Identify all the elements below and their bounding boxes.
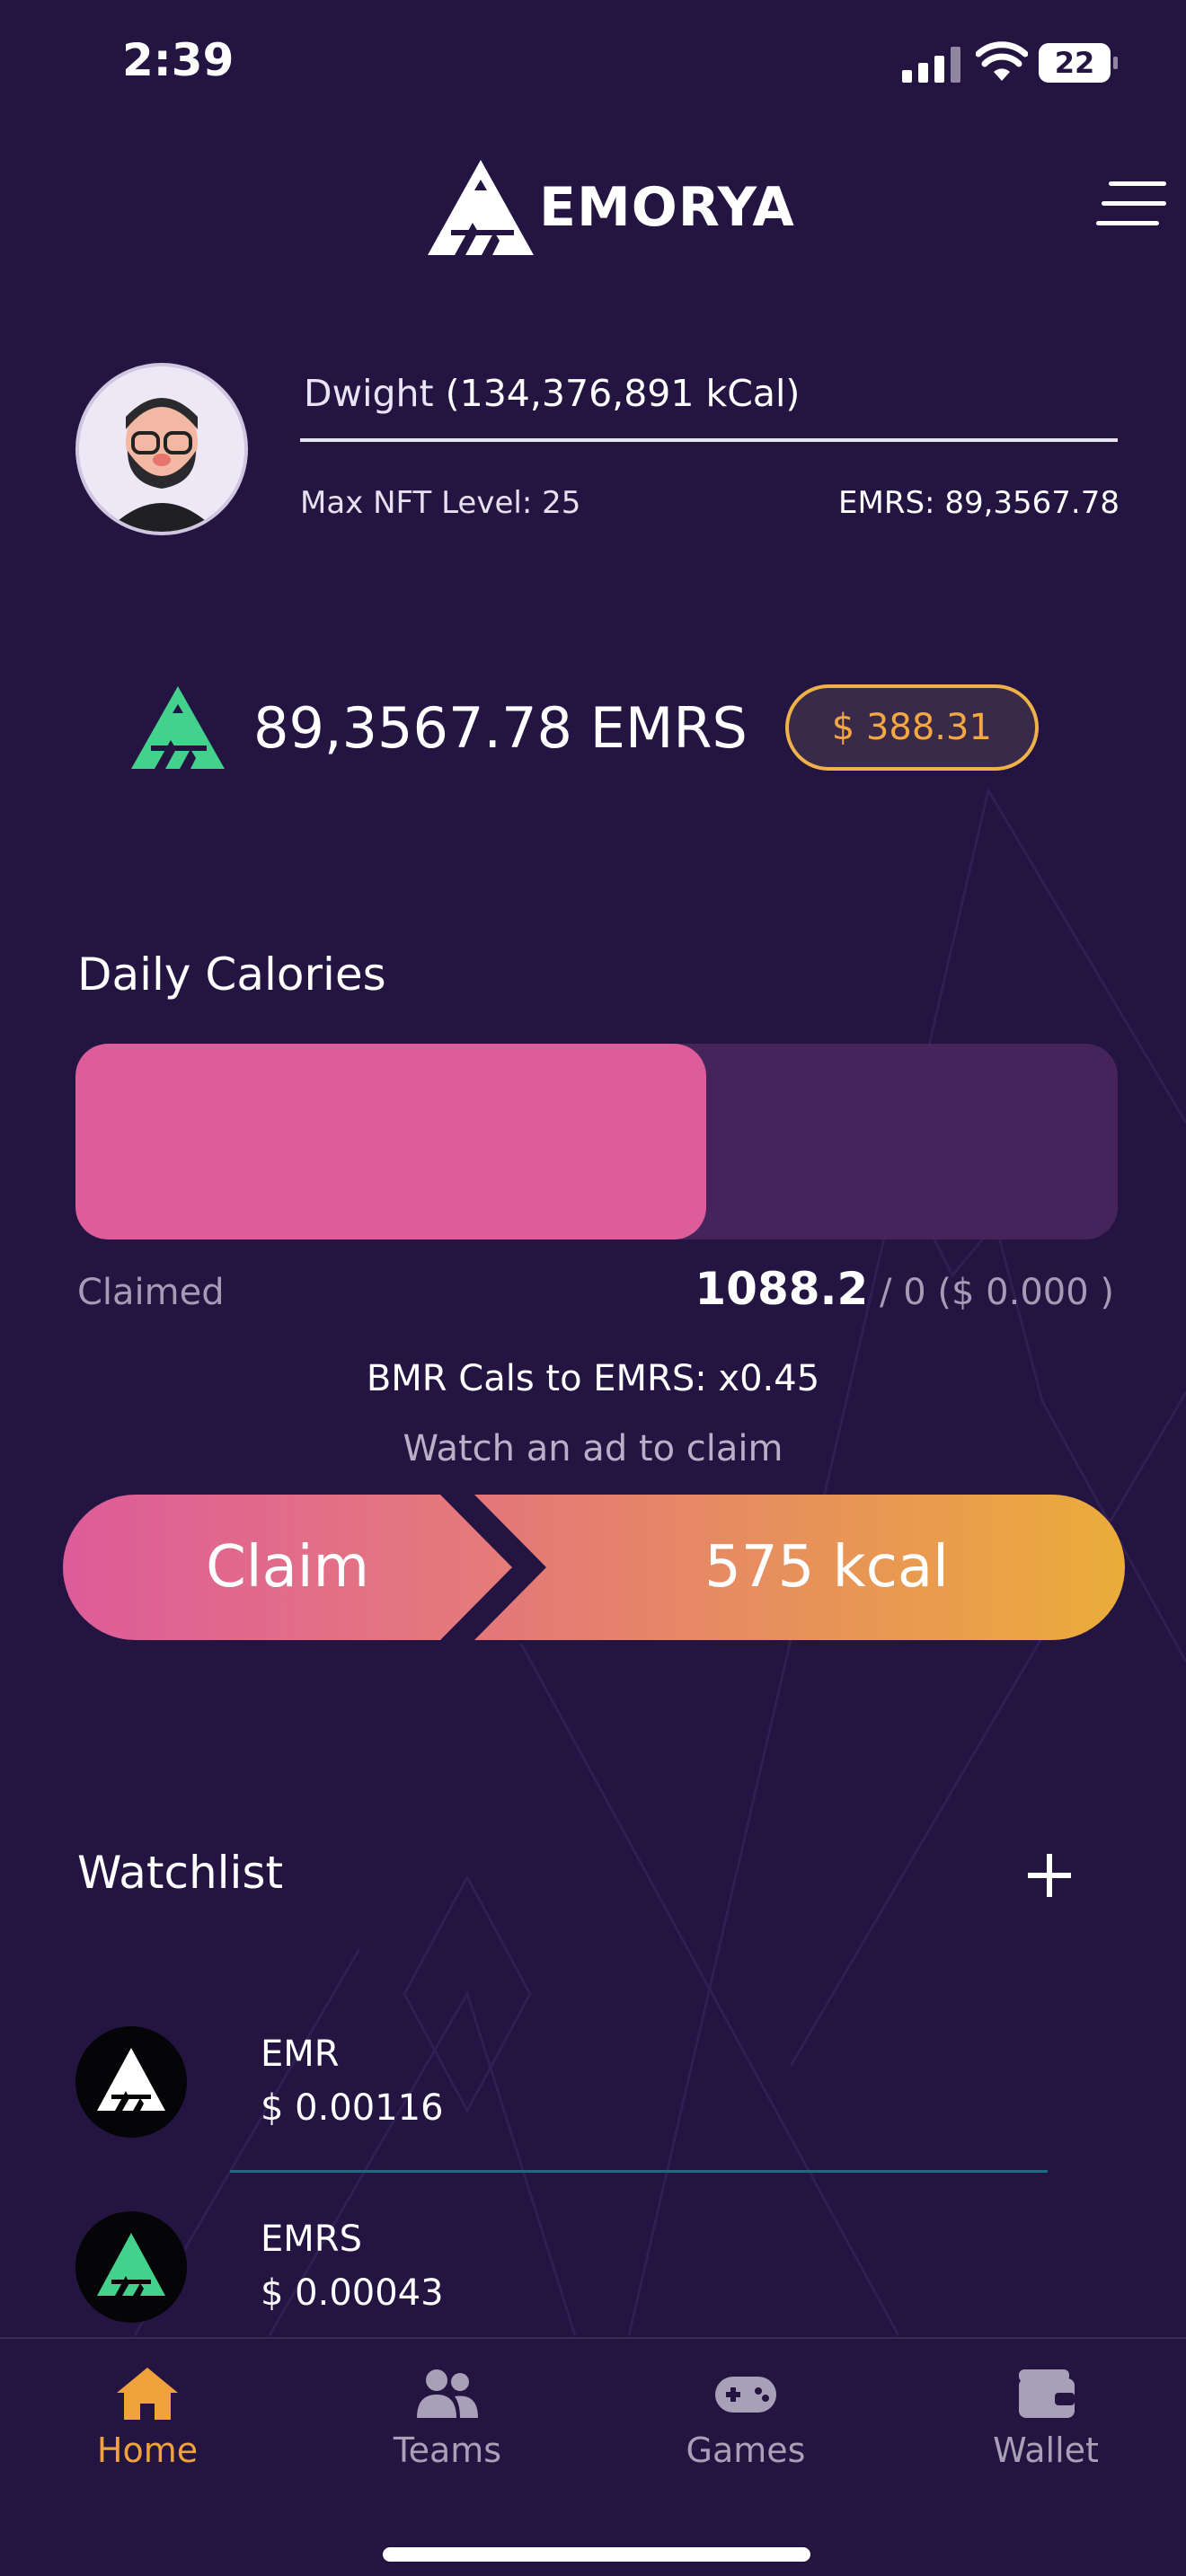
- status-bar: 2:39 22: [0, 0, 1186, 135]
- profile-name-row: Dwight (134,376,891 kCal): [304, 372, 800, 415]
- tab-teams[interactable]: Teams: [340, 2366, 555, 2483]
- claimed-label: Claimed: [77, 1272, 225, 1313]
- claim-label: Claim: [206, 1534, 369, 1601]
- avatar-image: [79, 366, 244, 532]
- calories-progress-fill: [75, 1044, 706, 1239]
- tab-label: Home: [96, 2430, 199, 2470]
- emorya-logo: EMORYA: [428, 160, 795, 255]
- profile-emrs: EMRS: 89,3567.78: [838, 485, 1120, 521]
- claimed-rest: / 0 ($ 0.000 ): [880, 1272, 1114, 1313]
- emorya-logo-mark: [428, 160, 534, 255]
- add-watchlist-icon[interactable]: [1024, 1850, 1075, 1901]
- avatar[interactable]: [75, 363, 248, 535]
- watchlist-item-name: EMRS: [261, 2219, 362, 2260]
- watchlist-item-price: $ 0.00043: [261, 2272, 444, 2314]
- claimed-amount: 1088.2: [695, 1263, 869, 1315]
- wallet-icon: [1019, 2369, 1075, 2418]
- claim-kcal: 575 kcal: [704, 1534, 949, 1601]
- battery-icon: 22: [1039, 43, 1120, 83]
- wifi-icon: [976, 41, 1028, 81]
- watchlist-item[interactable]: EMR $ 0.00116: [75, 2026, 1127, 2152]
- home-indicator[interactable]: [383, 2547, 810, 2562]
- hamburger-menu-icon[interactable]: [1096, 180, 1168, 228]
- usd-value: $ 388.31: [831, 707, 992, 748]
- daily-calories-title: Daily Calories: [77, 948, 386, 1001]
- emrs-token-icon: [75, 2211, 187, 2323]
- max-nft-level: Max NFT Level: 25: [300, 485, 581, 521]
- emr-token-icon: [75, 2026, 187, 2138]
- emrs-token-icon: [131, 686, 225, 769]
- tab-games[interactable]: Games: [638, 2366, 854, 2483]
- tab-home[interactable]: Home: [40, 2366, 255, 2483]
- watchlist-item[interactable]: EMRS $ 0.00043: [75, 2211, 1127, 2337]
- tab-label: Wallet: [993, 2430, 1099, 2470]
- claim-button[interactable]: Claim 575 kcal: [63, 1495, 1125, 1640]
- watchlist-item-price: $ 0.00116: [261, 2087, 444, 2129]
- claimed-values: 1088.2 / 0 ($ 0.000 ): [695, 1263, 1114, 1315]
- watch-ad-hint: Watch an ad to claim: [403, 1428, 783, 1469]
- usd-value-badge: $ 388.31: [784, 684, 1039, 771]
- tab-wallet[interactable]: Wallet: [938, 2366, 1154, 2483]
- balance-amount: 89,3567.78 EMRS: [253, 694, 748, 761]
- logo-text: EMORYA: [539, 176, 795, 239]
- balance-row: 89,3567.78 EMRS $ 388.31: [131, 683, 1039, 772]
- home-screen: 2:39 22 EMORYA Dwight (134,376,891 kCal)…: [0, 0, 1186, 2576]
- teams-icon: [417, 2369, 478, 2418]
- profile-divider: [300, 438, 1118, 442]
- tab-label: Teams: [393, 2430, 502, 2470]
- tab-label: Games: [686, 2430, 806, 2470]
- cellular-signal-icon: [902, 47, 960, 83]
- gamepad-icon: [715, 2377, 776, 2413]
- bottom-tab-bar: Home Teams Games Wallet: [0, 2337, 1186, 2576]
- watchlist-title: Watchlist: [77, 1847, 284, 1899]
- watchlist-item-name: EMR: [261, 2033, 340, 2075]
- calories-progress-bar: [75, 1044, 1118, 1239]
- profile-name: Dwight: [304, 372, 434, 415]
- bmr-multiplier: BMR Cals to EMRS: x0.45: [366, 1358, 820, 1399]
- status-time: 2:39: [122, 34, 235, 86]
- home-icon: [117, 2368, 178, 2420]
- profile-calories: (134,376,891 kCal): [445, 372, 801, 415]
- watchlist-divider: [230, 2170, 1048, 2173]
- battery-level: 22: [1054, 46, 1095, 80]
